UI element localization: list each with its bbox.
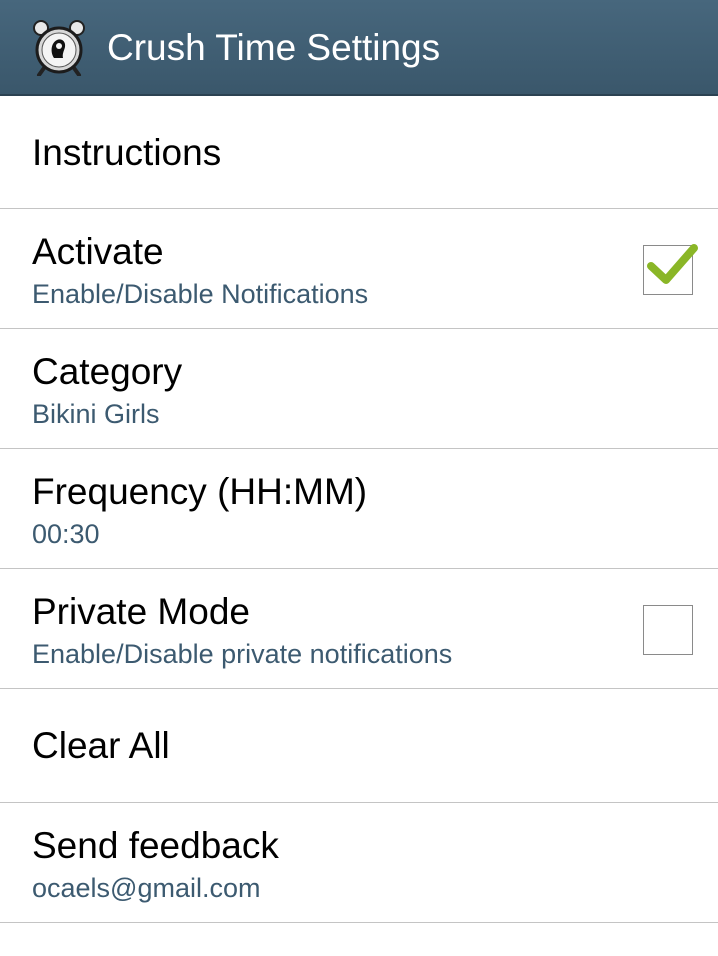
pref-category[interactable]: Category Bikini Girls (0, 329, 718, 449)
check-mark-icon (647, 244, 698, 284)
activate-checkbox[interactable] (643, 244, 698, 295)
pref-frequency[interactable]: Frequency (HH:MM) 00:30 (0, 449, 718, 569)
pref-instructions-title: Instructions (32, 132, 222, 173)
pref-clear-all[interactable]: Clear All (0, 689, 718, 803)
preference-list: Instructions Activate Enable/Disable Not… (0, 96, 718, 923)
alarm-clock-icon[interactable] (32, 18, 86, 77)
app-title: Crush Time Settings (107, 27, 441, 68)
pref-category-title: Category (32, 351, 183, 392)
private-mode-checkbox[interactable] (643, 605, 693, 655)
pref-private-mode[interactable]: Private Mode Enable/Disable private noti… (0, 569, 718, 689)
pref-instructions[interactable]: Instructions (0, 96, 718, 209)
pref-activate-title: Activate (32, 231, 164, 272)
pref-activate-summary: Enable/Disable Notifications (32, 279, 369, 309)
pref-send-feedback-summary: ocaels@gmail.com (32, 873, 261, 903)
pref-clear-all-title: Clear All (32, 725, 170, 766)
action-bar: Crush Time Settings (0, 0, 718, 96)
pref-send-feedback[interactable]: Send feedback ocaels@gmail.com (0, 803, 718, 923)
pref-category-summary: Bikini Girls (32, 399, 160, 429)
pref-private-mode-title: Private Mode (32, 591, 250, 632)
pref-activate[interactable]: Activate Enable/Disable Notifications (0, 209, 718, 329)
pref-private-mode-summary: Enable/Disable private notifications (32, 639, 453, 669)
pref-send-feedback-title: Send feedback (32, 825, 279, 866)
pref-frequency-summary: 00:30 (32, 519, 100, 549)
pref-frequency-title: Frequency (HH:MM) (32, 471, 368, 512)
